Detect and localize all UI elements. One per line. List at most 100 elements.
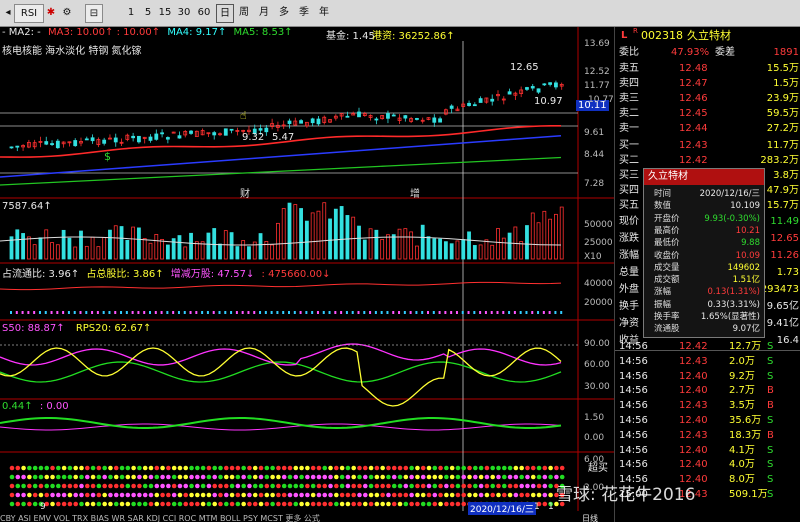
liudong-dot [311, 311, 314, 314]
candle-body [391, 114, 396, 117]
event-zeng-marker[interactable]: 增 [410, 185, 420, 200]
liudong-dot [102, 311, 105, 314]
candle-body [90, 137, 95, 142]
signal-dot [449, 465, 455, 471]
period-button-7[interactable]: 月 [256, 4, 272, 21]
signal-dot [252, 492, 258, 498]
liudong-dot [548, 311, 551, 314]
signal-dot [102, 501, 107, 507]
signal-dot [438, 465, 443, 471]
signal-dot [15, 474, 21, 480]
volume-bar [125, 239, 130, 260]
liudong-dot [56, 311, 59, 314]
fs-toggle-button[interactable]: ⊟ [85, 4, 103, 23]
period-button-6[interactable]: 周 [236, 4, 252, 21]
volume-bar [490, 244, 495, 260]
signal-dot [171, 492, 177, 498]
liudong-dot [316, 311, 319, 314]
period-button-4[interactable]: 60 [196, 4, 212, 21]
indicator-select[interactable]: RSI [14, 4, 44, 23]
period-button-10[interactable]: 年 [316, 4, 332, 21]
signal-dot [27, 492, 32, 498]
signal-dot [478, 474, 484, 480]
signal-dot [56, 483, 61, 489]
signal-dot [281, 501, 287, 507]
signal-dot [368, 465, 374, 471]
liudong-dot [114, 311, 117, 314]
signal-dot [50, 483, 55, 489]
liudong-dot [432, 311, 435, 314]
candle-tooltip: 久立特材 时间 2020/12/16/三 数值 10.109 开盘价 9.93(-0.30… [643, 168, 765, 338]
period-button-2[interactable]: 15 [157, 4, 173, 21]
period-button-8[interactable]: 多 [276, 4, 292, 21]
signal-dot [293, 492, 299, 498]
ask-row[interactable]: 卖四 12.47 1.5万 [615, 76, 800, 91]
signal-dot [293, 474, 299, 480]
signal-dot [548, 465, 553, 471]
signal-dot [183, 483, 189, 489]
signal-dot [73, 465, 79, 471]
signal-dot [235, 465, 241, 471]
ask-row[interactable]: 卖一 12.44 27.2万 [615, 121, 800, 136]
signal-dot [96, 474, 102, 480]
liudong-dot [450, 311, 453, 314]
ask-row[interactable]: 卖二 12.45 59.5万 [615, 106, 800, 121]
liudong-dot [421, 311, 424, 314]
signal-dot [322, 474, 328, 480]
liudong-dot [154, 311, 157, 314]
axis-label: 30.00 [584, 382, 610, 392]
signal-dot [160, 501, 165, 507]
bid-row[interactable]: 买一 12.43 11.7万 [615, 138, 800, 153]
liudong-dot [461, 311, 464, 314]
tick-row: 14:56 12.40 4.0万 S [615, 457, 800, 472]
period-button-1[interactable]: 5 [140, 4, 156, 21]
info-label: 外盘 [619, 284, 639, 295]
liudong-dot [21, 311, 24, 314]
liudong-dot [496, 311, 499, 314]
tooltip-key: 成交额 [654, 275, 680, 286]
tick-row: 14:56 12.43 2.0万 S [615, 354, 800, 369]
period-button-3[interactable]: 30 [176, 4, 192, 21]
rps-legend: S50: 88.87↑ RPS20: 62.67↑ [2, 323, 151, 334]
liudong-dot [392, 311, 395, 314]
ask-row[interactable]: 卖五 12.48 15.5万 [615, 61, 800, 76]
indicator-nav-bar[interactable]: CBY ASI EMV VOL TRX BIAS WR SAR KDJ CCI … [0, 513, 560, 522]
volume-bar [339, 206, 344, 260]
period-button-5[interactable]: 日 [216, 4, 234, 23]
period-button-9[interactable]: 季 [296, 4, 312, 21]
signal-dot [102, 465, 107, 471]
period-button-0[interactable]: 1 [123, 4, 139, 21]
signal-dot [229, 492, 235, 498]
ask-row[interactable]: 卖三 12.46 23.9万 [615, 91, 800, 106]
gear-icon[interactable]: ⚙ [60, 4, 74, 21]
signal-dot [513, 492, 519, 498]
liudong-dot [444, 311, 447, 314]
tick-time: 14:56 [619, 459, 648, 471]
osc-magenta-line [0, 423, 562, 431]
arrow-left-icon[interactable]: ◂ [2, 4, 14, 21]
signal-dot [131, 465, 136, 471]
signal-dot [218, 465, 223, 471]
bid-row[interactable]: 买二 12.42 283.2万 [615, 153, 800, 168]
ma-legend: - MA2: - MA3: 10.00↑ : 10.00↑ MA4: 9.17↑… [2, 27, 293, 38]
signal-dot [61, 501, 67, 507]
kline-chart-area[interactable]: - MA2: - MA3: 10.00↑ : 10.00↑ MA4: 9.17↑… [0, 27, 614, 522]
signal-dot [50, 492, 55, 498]
volume-bar [281, 208, 286, 260]
signal-dot [183, 474, 189, 480]
liudong-dot [369, 311, 372, 314]
signal-dot [154, 492, 160, 498]
signal-dot [235, 501, 241, 507]
liudong-dot [201, 311, 204, 314]
candle-body [50, 143, 54, 146]
liudong-dot [519, 311, 522, 314]
signal-dot [15, 483, 21, 489]
event-cai-marker[interactable]: 财 [240, 185, 250, 200]
tooltip-key: 最高价 [654, 225, 680, 236]
liudong-dot [73, 311, 76, 314]
signal-dot [374, 474, 380, 480]
signal-dot [536, 465, 542, 471]
liudong-dot [380, 311, 383, 314]
shuffle-icon[interactable]: ✱ [44, 4, 58, 21]
liudong-dot [322, 311, 325, 314]
